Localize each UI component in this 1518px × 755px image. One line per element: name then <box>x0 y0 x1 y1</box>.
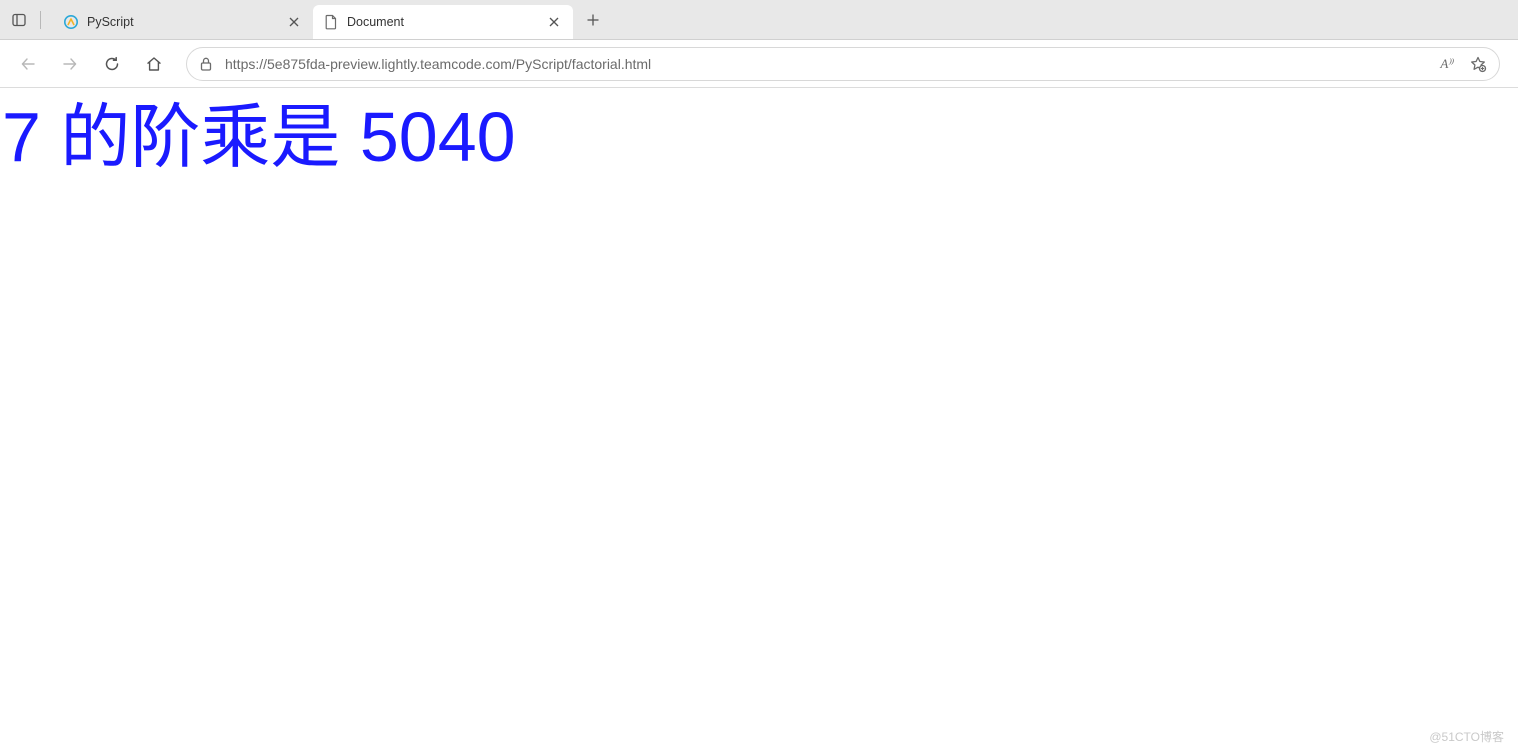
url-input[interactable] <box>225 56 1421 72</box>
factorial-result-text: 7 的阶乘是 5040 <box>0 88 1518 183</box>
lock-icon[interactable] <box>197 55 215 73</box>
tab-document[interactable]: Document <box>313 5 573 39</box>
browser-titlebar: PyScript Document <box>0 0 1518 40</box>
favorites-icon[interactable] <box>1463 49 1493 79</box>
refresh-button[interactable] <box>94 46 130 82</box>
tab-pyscript[interactable]: PyScript <box>53 5 313 39</box>
new-tab-button[interactable] <box>577 4 609 36</box>
address-bar-actions: A⁾⁾ <box>1431 49 1493 79</box>
watermark-text: @51CTO博客 <box>1429 728 1504 745</box>
browser-toolbar: A⁾⁾ <box>0 40 1518 88</box>
back-button[interactable] <box>10 46 46 82</box>
home-button[interactable] <box>136 46 172 82</box>
forward-button[interactable] <box>52 46 88 82</box>
tab-strip: PyScript Document <box>53 0 609 39</box>
pyscript-favicon-icon <box>63 14 79 30</box>
titlebar-left <box>0 0 53 39</box>
document-favicon-icon <box>323 14 339 30</box>
titlebar-divider <box>40 11 41 29</box>
tab-actions-icon[interactable] <box>10 11 28 29</box>
page-content: 7 的阶乘是 5040 <box>0 88 1518 183</box>
tab-title: Document <box>347 15 537 29</box>
tab-close-button[interactable] <box>545 13 563 31</box>
tab-title: PyScript <box>87 15 277 29</box>
read-aloud-icon[interactable]: A⁾⁾ <box>1431 49 1461 79</box>
tab-close-button[interactable] <box>285 13 303 31</box>
address-bar[interactable]: A⁾⁾ <box>186 47 1500 81</box>
